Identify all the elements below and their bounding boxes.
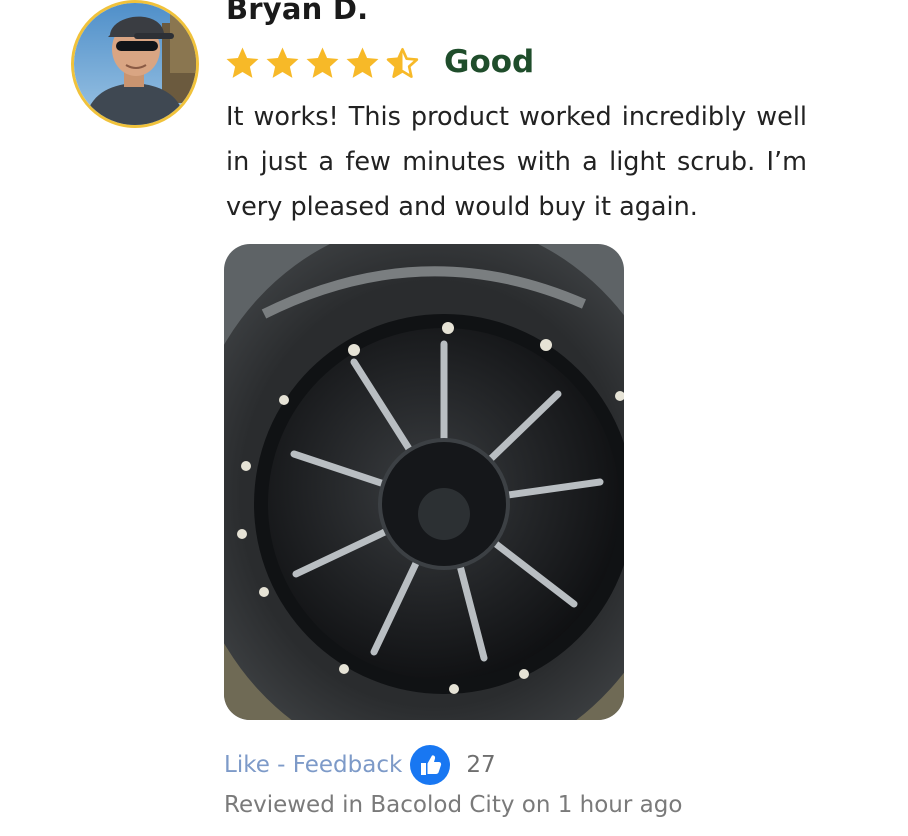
rating-label: Good [444,44,535,80]
star-full-icon [306,47,339,78]
star-half-icon [386,47,419,78]
star-full-icon [346,47,379,78]
thumbs-up-icon[interactable] [410,745,451,785]
star-full-icon [226,47,259,78]
avatar[interactable] [71,0,199,128]
review-location-time: Reviewed in Bacolod City on 1 hour ago [224,792,683,818]
reviewer-name: Bryan D. [226,0,369,26]
review-photo-wheel [224,244,624,720]
star-rating [224,46,421,80]
review-text: It works! This product worked incredibly… [226,102,807,222]
review-card: Bryan D. Good It works! This product wor… [0,0,908,836]
review-photo[interactable] [224,244,624,720]
like-feedback-link[interactable]: Like - Feedback [224,752,402,778]
star-full-icon [266,47,299,78]
like-count: 27 [466,752,496,778]
review-actions: Like - Feedback 27 [224,742,496,788]
user-avatar-photo [74,3,196,125]
